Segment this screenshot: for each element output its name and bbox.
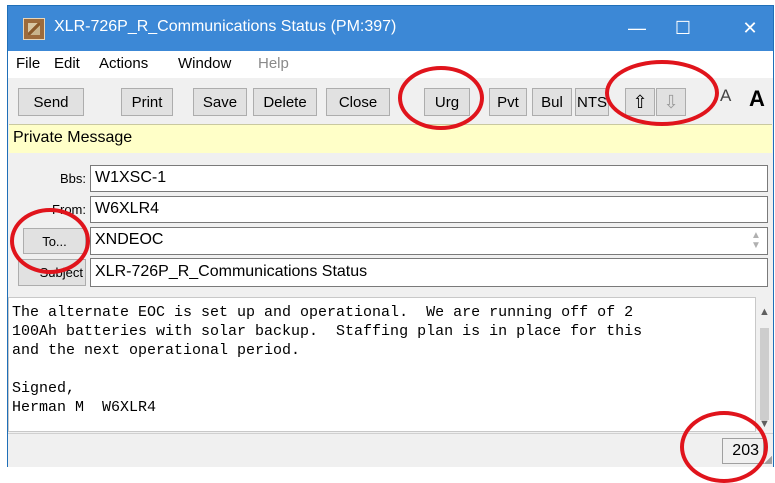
window-title: XLR-726P_R_Communications Status (PM:397… (54, 18, 397, 35)
from-field[interactable]: W6XLR4 (90, 196, 768, 223)
maximize-icon[interactable]: ☐ (660, 6, 706, 51)
delete-button[interactable]: Delete (253, 88, 317, 116)
scrollbar-thumb[interactable] (760, 328, 769, 420)
minimize-icon[interactable]: — (614, 6, 660, 51)
close-button[interactable]: Close (326, 88, 390, 116)
send-button[interactable]: Send (18, 88, 84, 116)
nts-button[interactable]: NTS (575, 88, 609, 116)
private-button[interactable]: Pvt (489, 88, 527, 116)
menu-window[interactable]: Window (178, 55, 231, 72)
annotation-circle-count (680, 411, 768, 483)
to-value: XNDEOC (95, 231, 164, 248)
message-body[interactable]: The alternate EOC is set up and operatio… (8, 297, 756, 432)
save-button[interactable]: Save (193, 88, 247, 116)
menu-help[interactable]: Help (258, 55, 289, 72)
menu-file[interactable]: File (16, 55, 40, 72)
print-button[interactable]: Print (121, 88, 173, 116)
spin-down-icon[interactable]: ▼ (751, 241, 761, 251)
app-icon[interactable] (23, 18, 45, 40)
menu-edit[interactable]: Edit (54, 55, 80, 72)
font-increase-button[interactable]: A (749, 86, 765, 112)
message-type-banner: Private Message (9, 124, 772, 153)
to-field[interactable]: XNDEOC ▲ ▼ (90, 227, 768, 255)
title-bar[interactable]: XLR-726P_R_Communications Status (PM:397… (8, 6, 773, 51)
bulletin-button[interactable]: Bul (532, 88, 572, 116)
close-icon[interactable]: ✕ (727, 6, 773, 51)
annotation-circle-urg (398, 66, 484, 130)
status-bar: 203 (8, 433, 773, 467)
annotation-circle-to (10, 208, 90, 274)
subject-field[interactable]: XLR-726P_R_Communications Status (90, 258, 768, 287)
menu-actions[interactable]: Actions (99, 55, 148, 72)
bbs-label: Bbs: (59, 171, 86, 186)
font-decrease-button[interactable]: A (720, 86, 731, 106)
scroll-up-icon[interactable]: ▲ (756, 306, 773, 323)
bbs-field[interactable]: W1XSC-1 (90, 165, 768, 192)
annotation-circle-arrows (605, 60, 719, 126)
